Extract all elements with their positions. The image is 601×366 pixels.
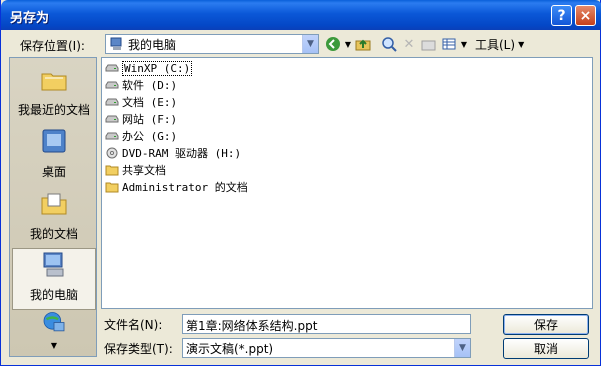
file-name: 办公 (G:) xyxy=(122,130,178,143)
list-item[interactable]: 办公 (G:) xyxy=(105,128,177,144)
views-dropdown[interactable]: ▼ xyxy=(459,34,469,54)
save-as-dialog: 另存为 ? × 保存位置(I): 我的电脑 ▼ ▼ ✕ ▼ 工具(L) ▼ 我最… xyxy=(0,0,601,366)
filename-input[interactable]: 第1章:网络体系结构.ppt xyxy=(182,314,471,334)
list-item[interactable]: Administrator 的文档 xyxy=(105,179,248,195)
chevron-down-icon[interactable]: ▼ xyxy=(454,339,470,357)
file-name: 共享文档 xyxy=(122,164,166,177)
new-folder-icon xyxy=(421,40,436,51)
place-label: 我的电脑 xyxy=(29,288,78,302)
list-item[interactable]: WinXP (C:) xyxy=(105,60,193,76)
file-name: 文档 (E:) xyxy=(122,96,178,109)
tools-menu-label: 工具(L) xyxy=(475,37,516,52)
back-dropdown[interactable]: ▼ xyxy=(343,34,353,54)
save-location-select[interactable]: 我的电脑 ▼ xyxy=(105,34,319,54)
save-button[interactable]: 保存 xyxy=(503,314,589,335)
help-icon: ? xyxy=(557,7,566,24)
place-recent-docs[interactable]: 我最近的文档 xyxy=(12,62,96,124)
help-button[interactable]: ? xyxy=(551,5,572,26)
search-web-button[interactable] xyxy=(379,34,399,54)
chevron-down-icon: ▼ xyxy=(518,39,525,49)
list-item[interactable]: 网站 (F:) xyxy=(105,111,177,127)
tools-menu[interactable]: 工具(L) ▼ xyxy=(475,36,524,53)
list-item[interactable]: 软件 (D:) xyxy=(105,77,177,93)
folder-icon xyxy=(105,165,119,176)
save-location-value: 我的电脑 xyxy=(128,37,177,52)
recent-docs-icon xyxy=(41,73,67,91)
save-button-label: 保存 xyxy=(533,318,558,332)
close-icon: × xyxy=(579,7,592,24)
back-button[interactable] xyxy=(323,34,343,54)
list-item[interactable]: 文档 (E:) xyxy=(105,94,177,110)
filetype-value: 演示文稿(*.ppt) xyxy=(186,341,274,356)
back-arrow-icon xyxy=(326,37,340,51)
chevron-down-icon: ▼ xyxy=(344,39,352,49)
file-list[interactable]: WinXP (C:) 软件 (D:) 文档 (E:) 网站 (F:) 办公 (G… xyxy=(101,57,593,309)
filename-label: 文件名(N): xyxy=(104,318,163,332)
my-computer-icon xyxy=(43,252,64,277)
up-folder-icon xyxy=(355,39,371,51)
folder-icon xyxy=(105,182,119,193)
computer-icon xyxy=(110,37,122,50)
views-icon xyxy=(442,38,456,50)
places-bar: 我最近的文档 桌面 我的文档 我的电脑 ▼ xyxy=(9,57,97,357)
filetype-select[interactable]: 演示文稿(*.ppt) ▼ xyxy=(182,338,471,358)
file-name: WinXP (C:) xyxy=(122,60,193,76)
file-name: 软件 (D:) xyxy=(122,79,178,92)
views-button[interactable] xyxy=(439,34,459,54)
cancel-button-label: 取消 xyxy=(533,342,558,356)
network-places-icon xyxy=(43,312,65,332)
place-my-docs[interactable]: 我的文档 xyxy=(12,186,96,248)
filetype-label: 保存类型(T): xyxy=(104,342,173,356)
drive-icon xyxy=(105,81,119,89)
delete-icon: ✕ xyxy=(403,36,415,52)
place-network[interactable]: ▼ xyxy=(12,310,96,356)
up-folder-button[interactable] xyxy=(353,34,373,54)
desktop-icon xyxy=(42,129,66,153)
list-item[interactable]: DVD-RAM 驱动器 (H:) xyxy=(105,145,241,161)
new-folder-button[interactable] xyxy=(419,34,439,54)
dvd-drive-icon xyxy=(106,147,118,159)
drive-icon xyxy=(105,132,119,140)
chevron-down-icon[interactable]: ▼ xyxy=(51,341,57,350)
chevron-down-icon[interactable]: ▼ xyxy=(302,35,318,53)
close-button[interactable]: × xyxy=(575,5,596,26)
place-desktop[interactable]: 桌面 xyxy=(12,124,96,186)
file-name: 网站 (F:) xyxy=(122,113,178,126)
chevron-down-icon: ▼ xyxy=(460,39,468,49)
toolbar: ▼ ✕ ▼ 工具(L) ▼ xyxy=(323,34,524,54)
place-label: 我最近的文档 xyxy=(17,103,90,117)
file-name: DVD-RAM 驱动器 (H:) xyxy=(122,147,242,160)
search-icon xyxy=(382,37,397,52)
file-name: Administrator 的文档 xyxy=(122,181,248,194)
drive-icon xyxy=(105,64,119,72)
my-docs-icon xyxy=(41,193,67,215)
place-my-computer[interactable]: 我的电脑 xyxy=(12,248,96,310)
save-location-label: 保存位置(I): xyxy=(20,39,85,53)
place-label: 桌面 xyxy=(41,165,66,179)
drive-icon xyxy=(105,98,119,106)
title-bar[interactable]: 另存为 ? × xyxy=(1,0,601,30)
delete-button[interactable]: ✕ xyxy=(399,34,419,54)
drive-icon xyxy=(105,115,119,123)
cancel-button[interactable]: 取消 xyxy=(503,338,589,359)
list-item[interactable]: 共享文档 xyxy=(105,162,166,178)
window-title: 另存为 xyxy=(10,11,50,26)
place-label: 我的文档 xyxy=(29,227,78,241)
